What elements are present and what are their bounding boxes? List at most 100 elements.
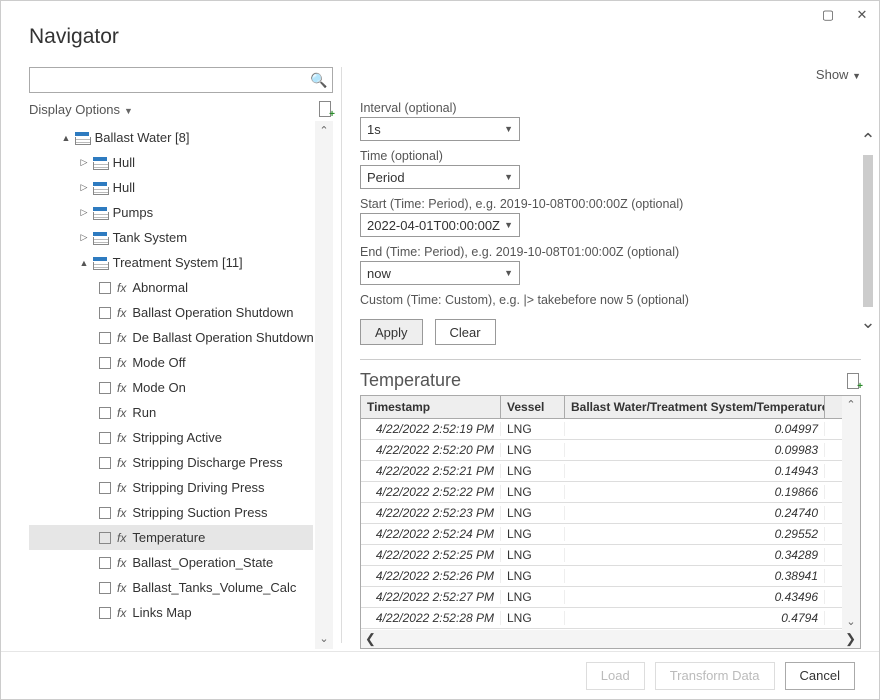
table-row[interactable]: 4/22/2022 2:52:25 PMLNG0.34289 <box>361 545 860 566</box>
cell-vessel: LNG <box>501 548 565 562</box>
tree-node-treatment-system[interactable]: ▲ Treatment System [11] <box>29 250 313 275</box>
tree-item-de-ballast-op-shutdown[interactable]: fxDe Ballast Operation Shutdown <box>29 325 313 350</box>
tree-item-stripping-discharge-press[interactable]: fxStripping Discharge Press <box>29 450 313 475</box>
end-label: End (Time: Period), e.g. 2019-10-08T01:0… <box>360 245 861 259</box>
cell-value: 0.4794 <box>565 611 825 625</box>
cell-vessel: LNG <box>501 422 565 436</box>
tree-item-run[interactable]: fxRun <box>29 400 313 425</box>
cancel-button[interactable]: Cancel <box>785 662 855 690</box>
tree-item-links-map[interactable]: fxLinks Map <box>29 600 313 625</box>
table-row[interactable]: 4/22/2022 2:52:24 PMLNG0.29552 <box>361 524 860 545</box>
cell-timestamp: 4/22/2022 2:52:28 PM <box>361 611 501 625</box>
cell-timestamp: 4/22/2022 2:52:19 PM <box>361 422 501 436</box>
cell-value: 0.43496 <box>565 590 825 604</box>
tree-item-ballast-operation-state[interactable]: fxBallast_Operation_State <box>29 550 313 575</box>
table-row[interactable]: 4/22/2022 2:52:22 PMLNG0.19866 <box>361 482 860 503</box>
tree-item-ballast-tanks-volume-calc[interactable]: fxBallast_Tanks_Volume_Calc <box>29 575 313 600</box>
tree-node-ballast-water[interactable]: ▲ Ballast Water [8] <box>29 125 313 150</box>
apply-button[interactable]: Apply <box>360 319 423 345</box>
page-title: Navigator <box>1 1 879 57</box>
tree-node-hull-1[interactable]: ▷ Hull <box>29 150 313 175</box>
tree-scrollbar[interactable]: ⌃ ⌄ <box>315 121 333 649</box>
time-combo[interactable]: Period▼ <box>360 165 520 189</box>
scrollbar-thumb[interactable] <box>863 155 873 307</box>
tree-item-mode-off[interactable]: fxMode Off <box>29 350 313 375</box>
scroll-up-icon[interactable]: ⌃ <box>859 131 877 149</box>
col-timestamp[interactable]: Timestamp <box>361 396 501 418</box>
tree-node-tank-system[interactable]: ▷ Tank System <box>29 225 313 250</box>
grid-horizontal-scrollbar[interactable]: ❮❯ <box>361 630 860 648</box>
show-dropdown[interactable]: Show ▼ <box>816 67 861 82</box>
end-combo[interactable]: now▼ <box>360 261 520 285</box>
cell-timestamp: 4/22/2022 2:52:20 PM <box>361 443 501 457</box>
cell-value: 0.04997 <box>565 422 825 436</box>
cell-timestamp: 4/22/2022 2:52:26 PM <box>361 569 501 583</box>
scroll-right-icon[interactable]: ❯ <box>845 631 856 647</box>
interval-label: Interval (optional) <box>360 101 861 115</box>
table-row[interactable]: 4/22/2022 2:52:28 PMLNG0.4794 <box>361 608 860 629</box>
scroll-down-icon[interactable]: ⌄ <box>859 313 877 331</box>
cell-value: 0.14943 <box>565 464 825 478</box>
start-label: Start (Time: Period), e.g. 2019-10-08T00… <box>360 197 861 211</box>
tree-item-ballast-op-shutdown[interactable]: fxBallast Operation Shutdown <box>29 300 313 325</box>
cell-vessel: LNG <box>501 443 565 457</box>
cell-timestamp: 4/22/2022 2:52:25 PM <box>361 548 501 562</box>
cell-value: 0.09983 <box>565 443 825 457</box>
tree-item-stripping-driving-press[interactable]: fxStripping Driving Press <box>29 475 313 500</box>
table-row[interactable]: 4/22/2022 2:52:23 PMLNG0.24740 <box>361 503 860 524</box>
table-row[interactable]: 4/22/2022 2:52:20 PMLNG0.09983 <box>361 440 860 461</box>
table-row[interactable]: 4/22/2022 2:52:26 PMLNG0.38941 <box>361 566 860 587</box>
panel-scrollbar[interactable]: ⌃ ⌄ <box>859 131 877 331</box>
display-options-dropdown[interactable]: Display Options▼ <box>29 102 133 117</box>
tree-item-stripping-active[interactable]: fxStripping Active <box>29 425 313 450</box>
tree-node-hull-2[interactable]: ▷ Hull <box>29 175 313 200</box>
cell-timestamp: 4/22/2022 2:52:22 PM <box>361 485 501 499</box>
preview-grid: Timestamp Vessel Ballast Water/Treatment… <box>360 395 861 649</box>
table-row[interactable]: 4/22/2022 2:52:27 PMLNG0.43496 <box>361 587 860 608</box>
cell-vessel: LNG <box>501 485 565 499</box>
scroll-down-icon[interactable]: ⌄ <box>846 615 855 628</box>
add-query-icon[interactable] <box>847 373 861 389</box>
cell-vessel: LNG <box>501 506 565 520</box>
cell-vessel: LNG <box>501 464 565 478</box>
new-query-icon[interactable] <box>319 101 333 117</box>
tree-item-mode-on[interactable]: fxMode On <box>29 375 313 400</box>
search-input[interactable] <box>30 73 306 88</box>
scroll-up-icon[interactable]: ⌃ <box>315 121 333 141</box>
search-input-wrap[interactable]: 🔍 <box>29 67 333 93</box>
col-vessel[interactable]: Vessel <box>501 396 565 418</box>
tree-node-pumps[interactable]: ▷ Pumps <box>29 200 313 225</box>
tree-item-temperature[interactable]: fxTemperature <box>29 525 313 550</box>
cell-value: 0.34289 <box>565 548 825 562</box>
col-value[interactable]: Ballast Water/Treatment System/Temperatu… <box>565 396 825 418</box>
table-row[interactable]: 4/22/2022 2:52:19 PMLNG0.04997 <box>361 419 860 440</box>
chevron-down-icon: ▼ <box>504 268 513 278</box>
scroll-down-icon[interactable]: ⌄ <box>315 629 333 649</box>
tree-item-stripping-suction-press[interactable]: fxStripping Suction Press <box>29 500 313 525</box>
search-icon[interactable]: 🔍 <box>306 72 332 89</box>
cell-value: 0.24740 <box>565 506 825 520</box>
chevron-down-icon: ▼ <box>504 124 513 134</box>
custom-label: Custom (Time: Custom), e.g. |> takebefor… <box>360 293 861 307</box>
cell-value: 0.19866 <box>565 485 825 499</box>
cell-timestamp: 4/22/2022 2:52:21 PM <box>361 464 501 478</box>
transform-data-button[interactable]: Transform Data <box>655 662 775 690</box>
cell-vessel: LNG <box>501 590 565 604</box>
scroll-up-icon[interactable]: ⌃ <box>846 398 855 411</box>
maximize-button[interactable]: ▢ <box>811 1 845 29</box>
load-button[interactable]: Load <box>586 662 645 690</box>
chevron-down-icon: ▼ <box>504 172 513 182</box>
clear-button[interactable]: Clear <box>435 319 496 345</box>
cell-vessel: LNG <box>501 527 565 541</box>
start-combo[interactable]: 2022-04-01T00:00:00Z▼ <box>360 213 520 237</box>
interval-combo[interactable]: 1s▼ <box>360 117 520 141</box>
table-row[interactable]: 4/22/2022 2:52:21 PMLNG0.14943 <box>361 461 860 482</box>
close-button[interactable]: ✕ <box>845 1 879 29</box>
cell-vessel: LNG <box>501 569 565 583</box>
scroll-left-icon[interactable]: ❮ <box>365 631 376 647</box>
chevron-down-icon: ▼ <box>504 220 513 230</box>
tree-item-abnormal[interactable]: fxAbnormal <box>29 275 313 300</box>
time-label: Time (optional) <box>360 149 861 163</box>
grid-vertical-scrollbar[interactable]: ⌃⌄ <box>842 396 860 630</box>
preview-title: Temperature <box>360 370 461 391</box>
